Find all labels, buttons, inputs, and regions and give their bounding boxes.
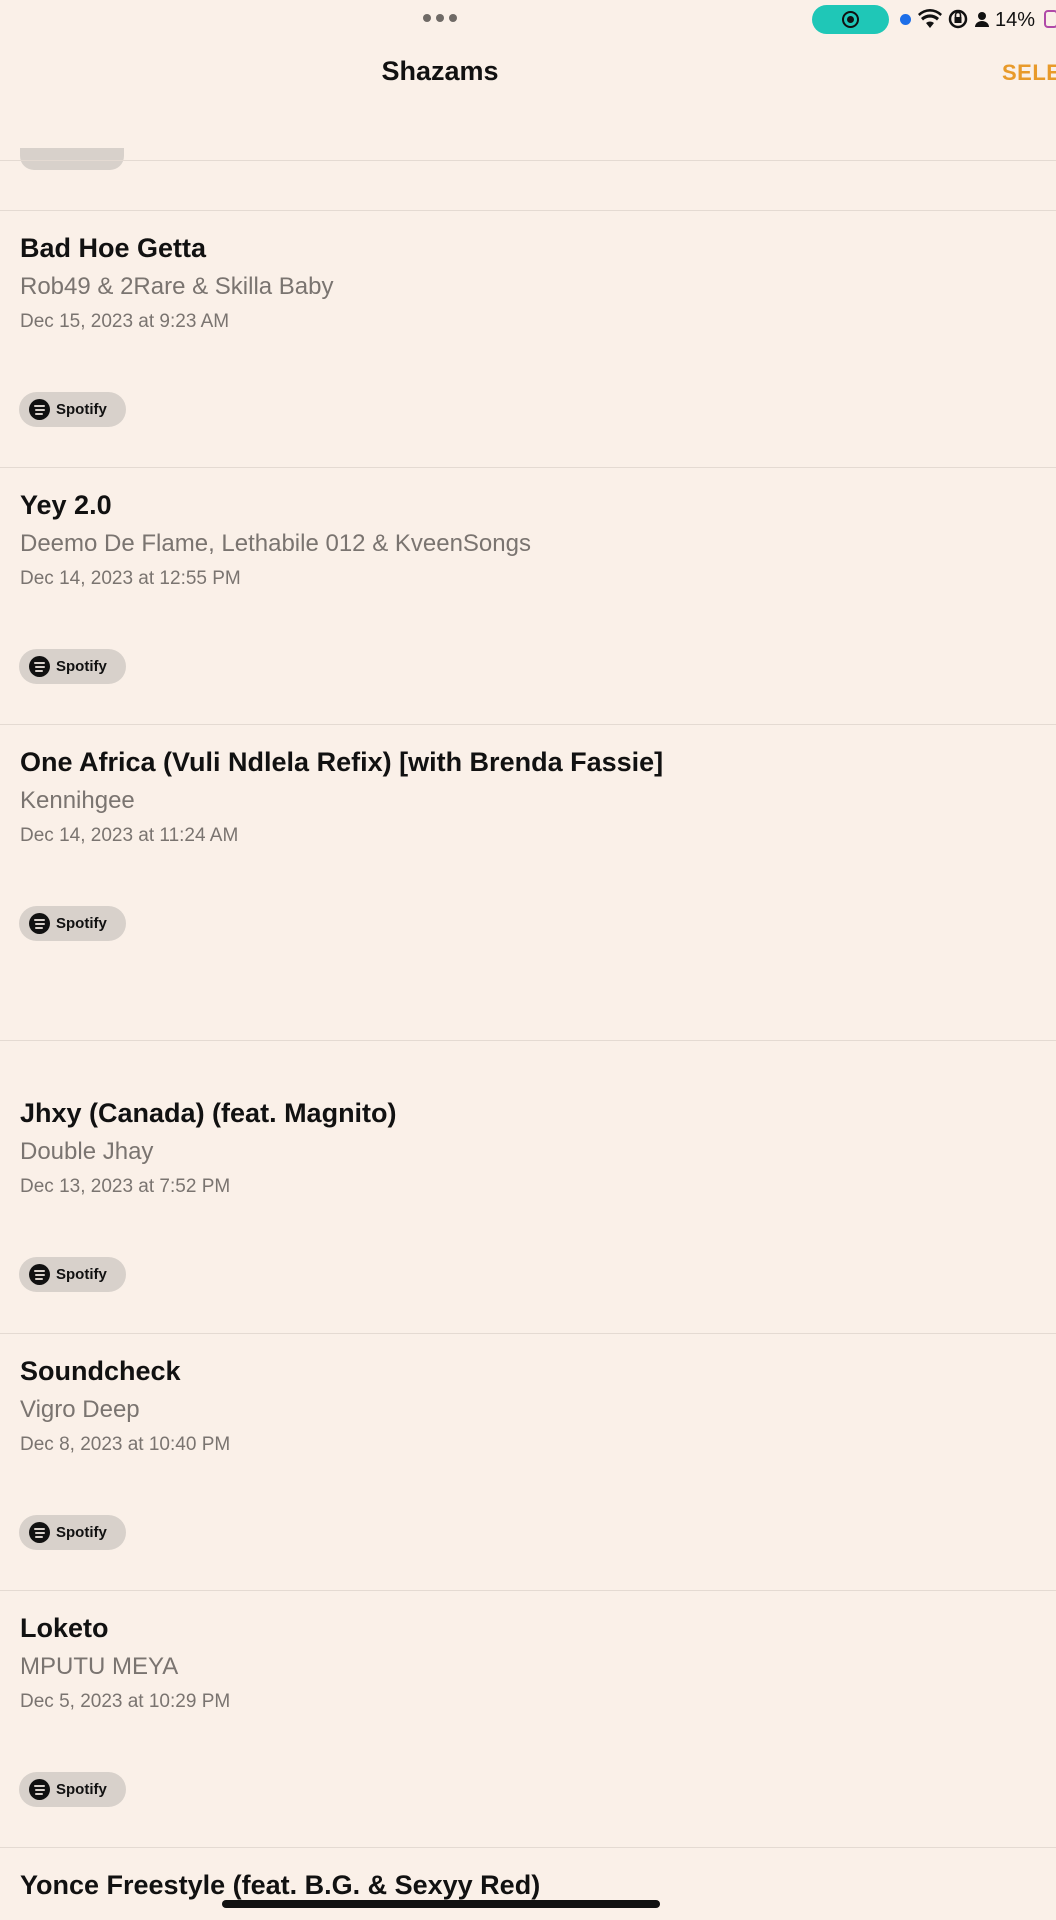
spotify-button[interactable]: Spotify [19,906,126,941]
shazam-date: Dec 14, 2023 at 12:55 PM [20,568,241,589]
spotify-icon [29,656,50,677]
header-divider [0,160,1056,161]
battery-percentage: 14% [995,9,1036,31]
list-item[interactable]: Yonce Freestyle (feat. B.G. & Sexyy Red) [0,1847,1056,1920]
shazam-date: Dec 15, 2023 at 9:23 AM [20,311,230,332]
spotify-icon [29,913,50,934]
screen-record-icon[interactable] [812,5,889,34]
row-divider [0,724,1056,725]
spotify-icon [29,399,50,420]
spotify-icon [29,1522,50,1543]
song-title: Soundcheck [20,1356,181,1386]
song-title: One Africa (Vuli Ndlela Refix) [with Bre… [20,747,664,777]
row-divider [0,210,1056,211]
row-divider [0,1847,1056,1848]
song-artist: Vigro Deep [20,1396,140,1423]
spotify-button-partial[interactable] [20,148,124,170]
page-title: Shazams [381,56,499,86]
shazam-date: Dec 14, 2023 at 11:24 AM [20,825,239,846]
row-divider [0,467,1056,468]
spotify-label: Spotify [56,401,107,418]
song-title: Jhxy (Canada) (feat. Magnito) [20,1098,397,1128]
section-divider [0,1040,1056,1041]
spotify-button[interactable]: Spotify [19,1257,126,1292]
spotify-button[interactable]: Spotify [19,392,126,427]
battery-icon [1044,10,1056,28]
camera-indicator-icon [900,14,911,25]
wifi-icon [918,8,942,35]
status-bar: 14% [0,0,1056,40]
spotify-icon [29,1264,50,1285]
row-divider [0,1333,1056,1334]
home-indicator[interactable] [222,1900,660,1908]
song-title: Loketo [20,1613,109,1643]
spotify-button[interactable]: Spotify [19,1772,126,1807]
song-artist: Double Jhay [20,1138,154,1165]
song-title: Yey 2.0 [20,490,112,520]
person-icon [974,8,990,35]
row-divider [0,1590,1056,1591]
spotify-button[interactable]: Spotify [19,1515,126,1550]
shazam-date: Dec 8, 2023 at 10:40 PM [20,1434,231,1455]
spotify-label: Spotify [56,658,107,675]
song-artist: Kennihgee [20,787,135,814]
select-button[interactable]: SELE [1002,60,1056,86]
spotify-label: Spotify [56,915,107,932]
spotify-icon [29,1779,50,1800]
spotify-label: Spotify [56,1266,107,1283]
song-artist: Deemo De Flame, Lethabile 012 & KveenSon… [20,530,531,557]
spotify-button[interactable]: Spotify [19,649,126,684]
spotify-label: Spotify [56,1781,107,1798]
song-artist: Rob49 & 2Rare & Skilla Baby [20,273,334,300]
song-title: Bad Hoe Getta [20,233,207,263]
shazam-date: Dec 13, 2023 at 7:52 PM [20,1176,231,1197]
shazam-date: Dec 5, 2023 at 10:29 PM [20,1691,231,1712]
song-artist: MPUTU MEYA [20,1653,179,1680]
spotify-label: Spotify [56,1524,107,1541]
more-dots-icon[interactable] [423,14,459,22]
orientation-lock-icon [948,8,968,35]
song-title: Yonce Freestyle (feat. B.G. & Sexyy Red) [20,1870,541,1900]
